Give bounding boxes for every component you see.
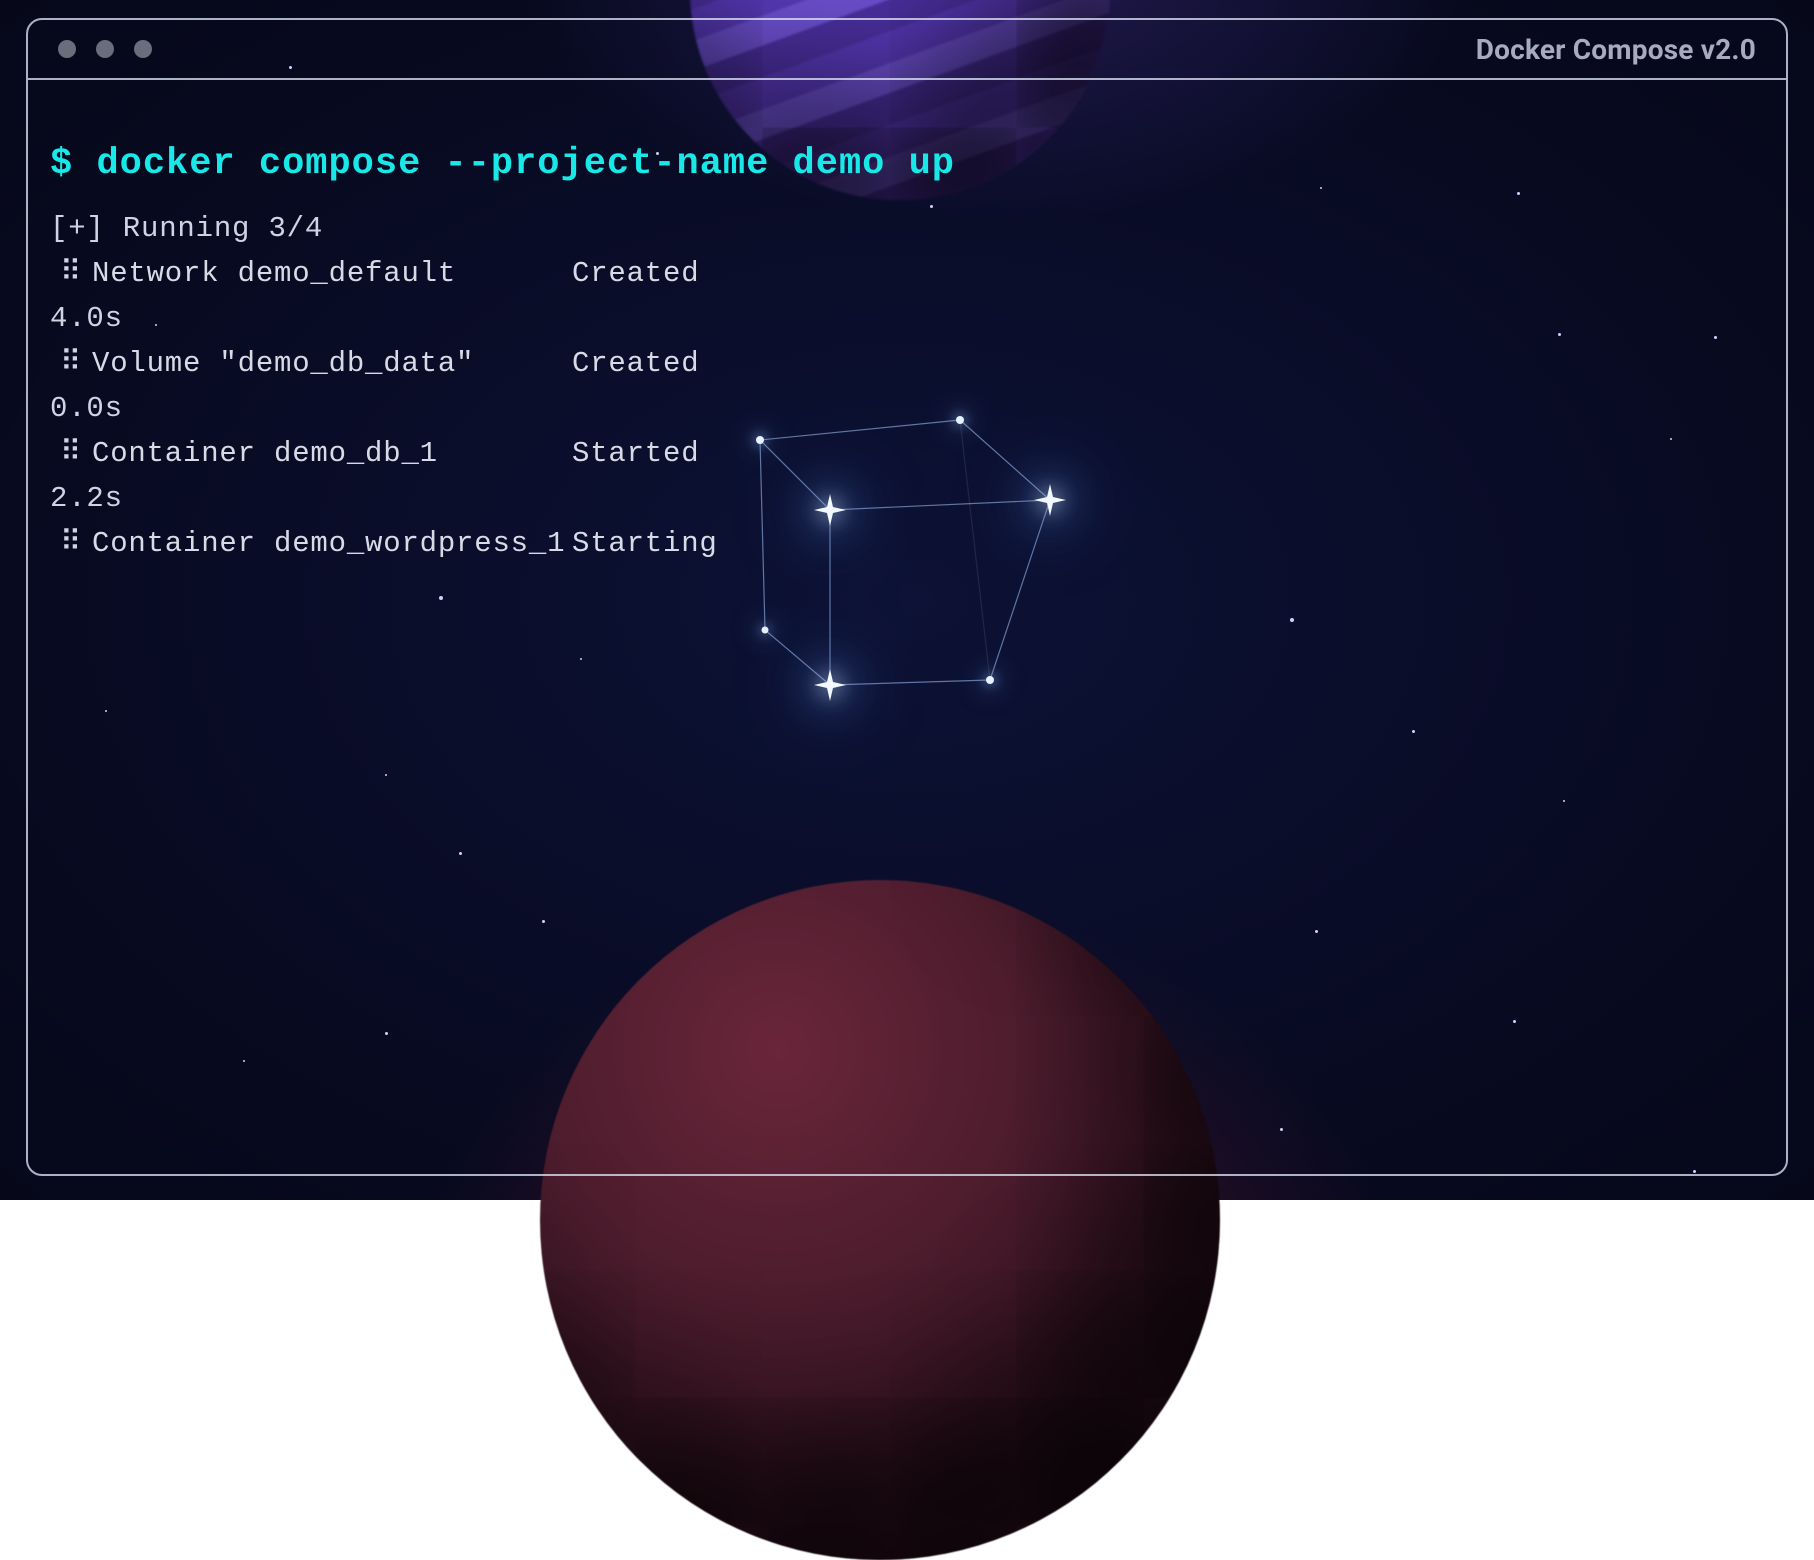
resource-state: Created [572, 252, 772, 297]
resource-state: Created [572, 342, 772, 387]
terminal-window: Docker Compose v2.0 $ docker compose --p… [26, 18, 1788, 1176]
spinner-icon: ⠿ [50, 522, 92, 567]
resource-name: Container demo_db_1 [92, 432, 572, 477]
progress-summary: [+] Running 3/4 [50, 207, 1762, 252]
progress-row: ⠿ Network demo_default Created 4.0s [50, 252, 1762, 342]
resource-state: Started [572, 432, 772, 477]
progress-row: ⠿ Container demo_wordpress_1 Starting [50, 522, 1762, 567]
resource-time: 4.0s [50, 297, 772, 342]
spinner-icon: ⠿ [50, 252, 92, 297]
prompt-sign: $ [50, 143, 73, 185]
resource-time: 0.0s [50, 387, 772, 432]
status-prefix: [+] Running [50, 212, 250, 245]
traffic-zoom[interactable] [134, 40, 152, 58]
command-text: docker compose --project-name demo up [96, 143, 955, 185]
window-title: Docker Compose v2.0 [1476, 33, 1756, 66]
resource-state: Starting [572, 522, 772, 567]
terminal-body[interactable]: $ docker compose --project-name demo up … [28, 80, 1786, 591]
traffic-minimize[interactable] [96, 40, 114, 58]
resource-name: Container demo_wordpress_1 [92, 522, 572, 567]
status-count: 3/4 [268, 212, 323, 245]
command-line: $ docker compose --project-name demo up [50, 136, 1762, 193]
progress-row: ⠿ Container demo_db_1 Started 2.2s [50, 432, 1762, 522]
traffic-lights [58, 40, 152, 58]
resource-name: Network demo_default [92, 252, 572, 297]
resource-name: Volume "demo_db_data" [92, 342, 572, 387]
spinner-icon: ⠿ [50, 342, 92, 387]
spinner-icon: ⠿ [50, 432, 92, 477]
titlebar: Docker Compose v2.0 [28, 20, 1786, 80]
resource-time: 2.2s [50, 477, 772, 522]
progress-row: ⠿ Volume "demo_db_data" Created 0.0s [50, 342, 1762, 432]
traffic-close[interactable] [58, 40, 76, 58]
